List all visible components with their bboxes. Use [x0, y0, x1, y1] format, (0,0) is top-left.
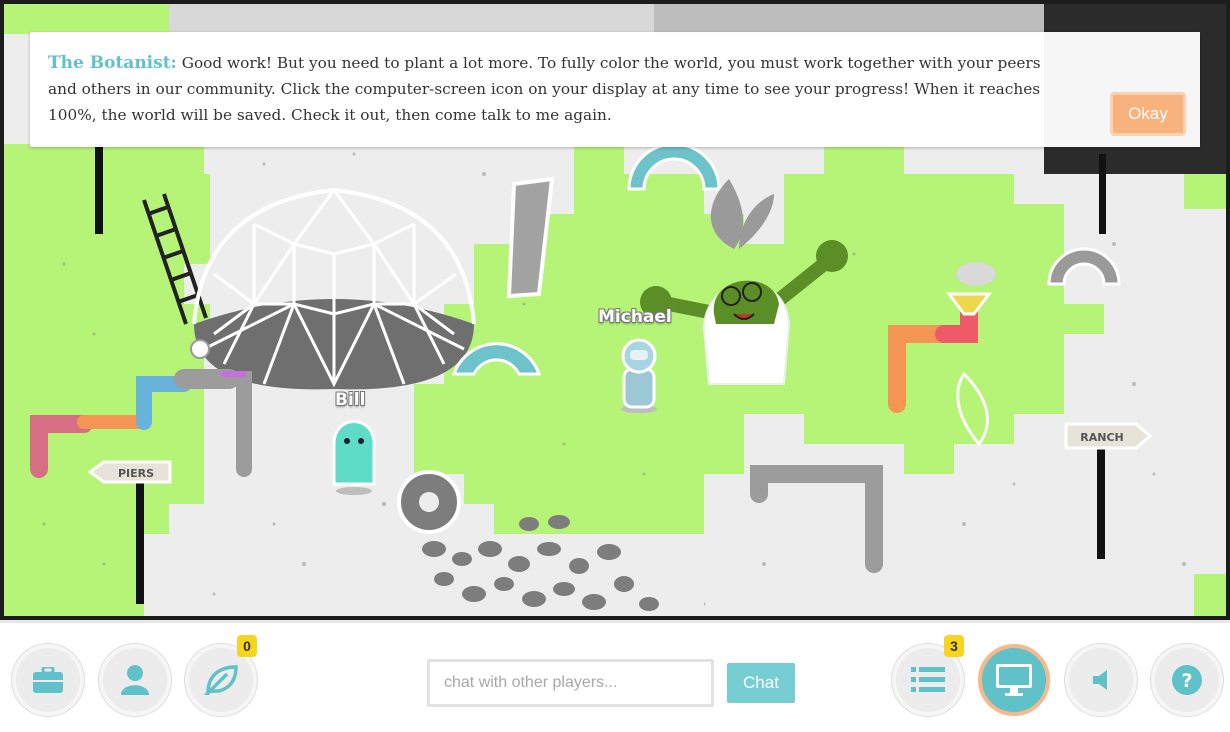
inventory-button[interactable]	[12, 644, 84, 716]
plant-grey	[710, 179, 774, 249]
bottom-toolbar: 0 Chat 3 ?	[0, 620, 1230, 732]
chat-button[interactable]: Chat	[727, 663, 795, 703]
geodesic-dome	[192, 187, 476, 390]
signpost-ranch: RANCH	[1064, 422, 1153, 559]
profile-button[interactable]	[99, 644, 171, 716]
signpost-left-top	[95, 144, 103, 234]
leaf-icon	[204, 665, 238, 695]
sound-button[interactable]	[1065, 644, 1137, 716]
ranch-sign-text: RANCH	[1080, 431, 1123, 444]
piers-sign-text: PIERS	[118, 467, 154, 480]
monitor-icon	[996, 664, 1032, 696]
progress-monitor-button[interactable]	[978, 644, 1050, 716]
person-icon	[121, 665, 149, 695]
help-button[interactable]: ?	[1151, 644, 1223, 716]
plants-count-badge: 0	[237, 635, 257, 657]
list-icon	[911, 667, 945, 692]
quests-count-badge: 3	[944, 635, 964, 657]
svg-text:?: ?	[1181, 670, 1192, 692]
speaker-icon	[1093, 670, 1107, 690]
player-michael	[621, 338, 657, 413]
gear-grey	[397, 470, 461, 534]
dialog-speaker: The Botanist:	[48, 53, 177, 73]
dialog-box: The Botanist: Good work! But you need to…	[30, 32, 1200, 147]
game-viewport[interactable]: PIERS RANCH Michael Bill The Botanist: G…	[0, 0, 1230, 620]
okay-button[interactable]: Okay	[1110, 92, 1186, 136]
dialog-text: The Botanist: Good work! But you need to…	[48, 50, 1048, 128]
dialog-message: Good work! But you need to plant a lot m…	[48, 54, 1041, 124]
chat-input[interactable]	[427, 659, 714, 707]
help-icon: ?	[1172, 665, 1202, 695]
briefcase-icon	[33, 667, 63, 693]
player-name-bill: Bill	[335, 390, 366, 410]
player-bill	[332, 420, 376, 495]
player-name-michael: Michael	[598, 307, 672, 327]
pipes-bottom	[750, 465, 883, 573]
